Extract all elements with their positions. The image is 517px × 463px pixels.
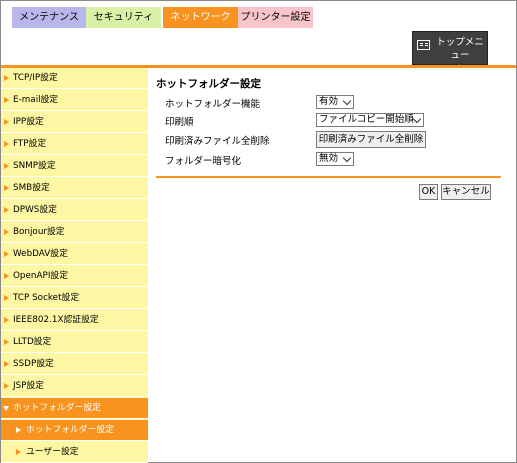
arrow-right-icon <box>4 251 9 257</box>
hot-folder-function-label: ホットフォルダー機能 <box>165 99 261 110</box>
sidebar-item-openapi[interactable]: OpenAPI設定 <box>1 266 148 287</box>
sidebar-item-label: SSDP設定 <box>13 359 54 369</box>
tab-network[interactable]: ネットワーク <box>163 7 238 28</box>
arrow-right-icon <box>4 295 9 301</box>
print-order-label: 印刷順 <box>165 117 194 128</box>
sidebar-item-ipp[interactable]: IPP設定 <box>1 112 148 133</box>
sidebar-item-label: IPP設定 <box>13 117 44 127</box>
sidebar-subitem-label: ユーザー設定 <box>26 447 79 457</box>
arrow-right-icon <box>16 449 21 455</box>
sidebar-item-ssdp[interactable]: SSDP設定 <box>1 354 148 375</box>
ok-button[interactable]: OK <box>419 184 438 200</box>
tab-printer-settings[interactable]: プリンター設定 <box>238 7 313 28</box>
sidebar-item-email[interactable]: E-mail設定 <box>1 90 148 111</box>
print-order-select[interactable]: ファイルコピー開始順 <box>316 113 424 127</box>
sidebar-subitem-user-settings[interactable]: ユーザー設定 <box>1 442 148 463</box>
sidebar-item-label: SNMP設定 <box>13 161 56 171</box>
tab-maintenance[interactable]: メンテナンス <box>12 7 86 28</box>
sidebar-item-label: TCP/IP設定 <box>13 73 58 83</box>
sidebar-item-label: OpenAPI設定 <box>13 271 69 281</box>
arrow-right-icon <box>4 383 9 389</box>
sidebar: TCP/IP設定 E-mail設定 IPP設定 FTP設定 SNMP設定 SMB… <box>1 68 148 463</box>
folder-encryption-label: フォルダー暗号化 <box>165 156 242 167</box>
delete-printed-files-label: 印刷済みファイル全削除 <box>165 136 270 147</box>
page-title: ホットフォルダー設定 <box>156 78 261 90</box>
sidebar-item-tcp-socket[interactable]: TCP Socket設定 <box>1 288 148 309</box>
sidebar-item-smb[interactable]: SMB設定 <box>1 178 148 199</box>
sidebar-item-webdav[interactable]: WebDAV設定 <box>1 244 148 265</box>
top-menu-label: トップメニュー へ <box>433 36 487 75</box>
arrow-right-icon <box>4 207 9 213</box>
sidebar-item-jsp[interactable]: JSP設定 <box>1 376 148 397</box>
top-menu-label-line1: トップメニュー <box>436 37 484 61</box>
sidebar-item-bonjour[interactable]: Bonjour設定 <box>1 222 148 243</box>
sidebar-item-label: LLTD設定 <box>13 337 52 347</box>
select-value: 無効 <box>319 153 339 164</box>
tab-security[interactable]: セキュリティ <box>86 7 161 28</box>
sidebar-item-lltd[interactable]: LLTD設定 <box>1 332 148 353</box>
sidebar-item-label: JSP設定 <box>13 381 45 391</box>
menu-grid-icon <box>417 40 430 50</box>
hot-folder-function-select[interactable]: 有効 <box>316 95 354 109</box>
sidebar-item-label: E-mail設定 <box>13 95 59 105</box>
arrow-right-icon <box>4 273 9 279</box>
sidebar-item-label: ホットフォルダー設定 <box>13 403 101 413</box>
sidebar-item-tcpip[interactable]: TCP/IP設定 <box>1 68 148 89</box>
delete-printed-files-button[interactable]: 印刷済みファイル全削除 <box>316 131 426 148</box>
select-value: ファイルコピー開始順 <box>319 114 414 125</box>
sidebar-item-dpws[interactable]: DPWS設定 <box>1 200 148 221</box>
arrow-right-icon <box>16 427 21 433</box>
chevron-down-icon <box>412 114 422 124</box>
sidebar-item-hot-folder[interactable]: ホットフォルダー設定 <box>1 398 148 419</box>
sidebar-subitem-label: ホットフォルダー設定 <box>26 425 114 435</box>
chevron-down-icon <box>342 96 352 106</box>
sidebar-item-snmp[interactable]: SNMP設定 <box>1 156 148 177</box>
arrow-right-icon <box>4 75 9 81</box>
sidebar-subitem-hot-folder-settings[interactable]: ホットフォルダー設定 <box>1 420 148 441</box>
arrow-right-icon <box>4 185 9 191</box>
sidebar-item-ieee8021x[interactable]: IEEE802.1X認証設定 <box>1 310 148 331</box>
arrow-right-icon <box>4 317 9 323</box>
sidebar-item-label: WebDAV設定 <box>13 249 68 259</box>
arrow-right-icon <box>4 119 9 125</box>
arrow-right-icon <box>4 339 9 345</box>
sidebar-item-label: FTP設定 <box>13 139 47 149</box>
arrow-right-icon <box>4 229 9 235</box>
sidebar-item-ftp[interactable]: FTP設定 <box>1 134 148 155</box>
arrow-down-icon <box>3 406 9 411</box>
chevron-down-icon <box>342 153 352 163</box>
content-divider <box>156 176 501 178</box>
cancel-button[interactable]: キャンセル <box>441 184 491 200</box>
top-menu-label-line2: へ <box>455 63 465 74</box>
sidebar-item-label: Bonjour設定 <box>13 227 65 237</box>
sidebar-item-label: IEEE802.1X認証設定 <box>13 315 99 325</box>
sidebar-item-label: SMB設定 <box>13 183 50 193</box>
arrow-right-icon <box>4 141 9 147</box>
sidebar-item-label: DPWS設定 <box>13 205 57 215</box>
arrow-right-icon <box>4 361 9 367</box>
select-value: 有効 <box>319 96 339 107</box>
arrow-right-icon <box>4 97 9 103</box>
sidebar-item-label: TCP Socket設定 <box>13 293 80 303</box>
arrow-right-icon <box>4 163 9 169</box>
folder-encryption-select[interactable]: 無効 <box>316 152 354 166</box>
top-menu-button[interactable]: トップメニュー へ <box>412 31 488 74</box>
